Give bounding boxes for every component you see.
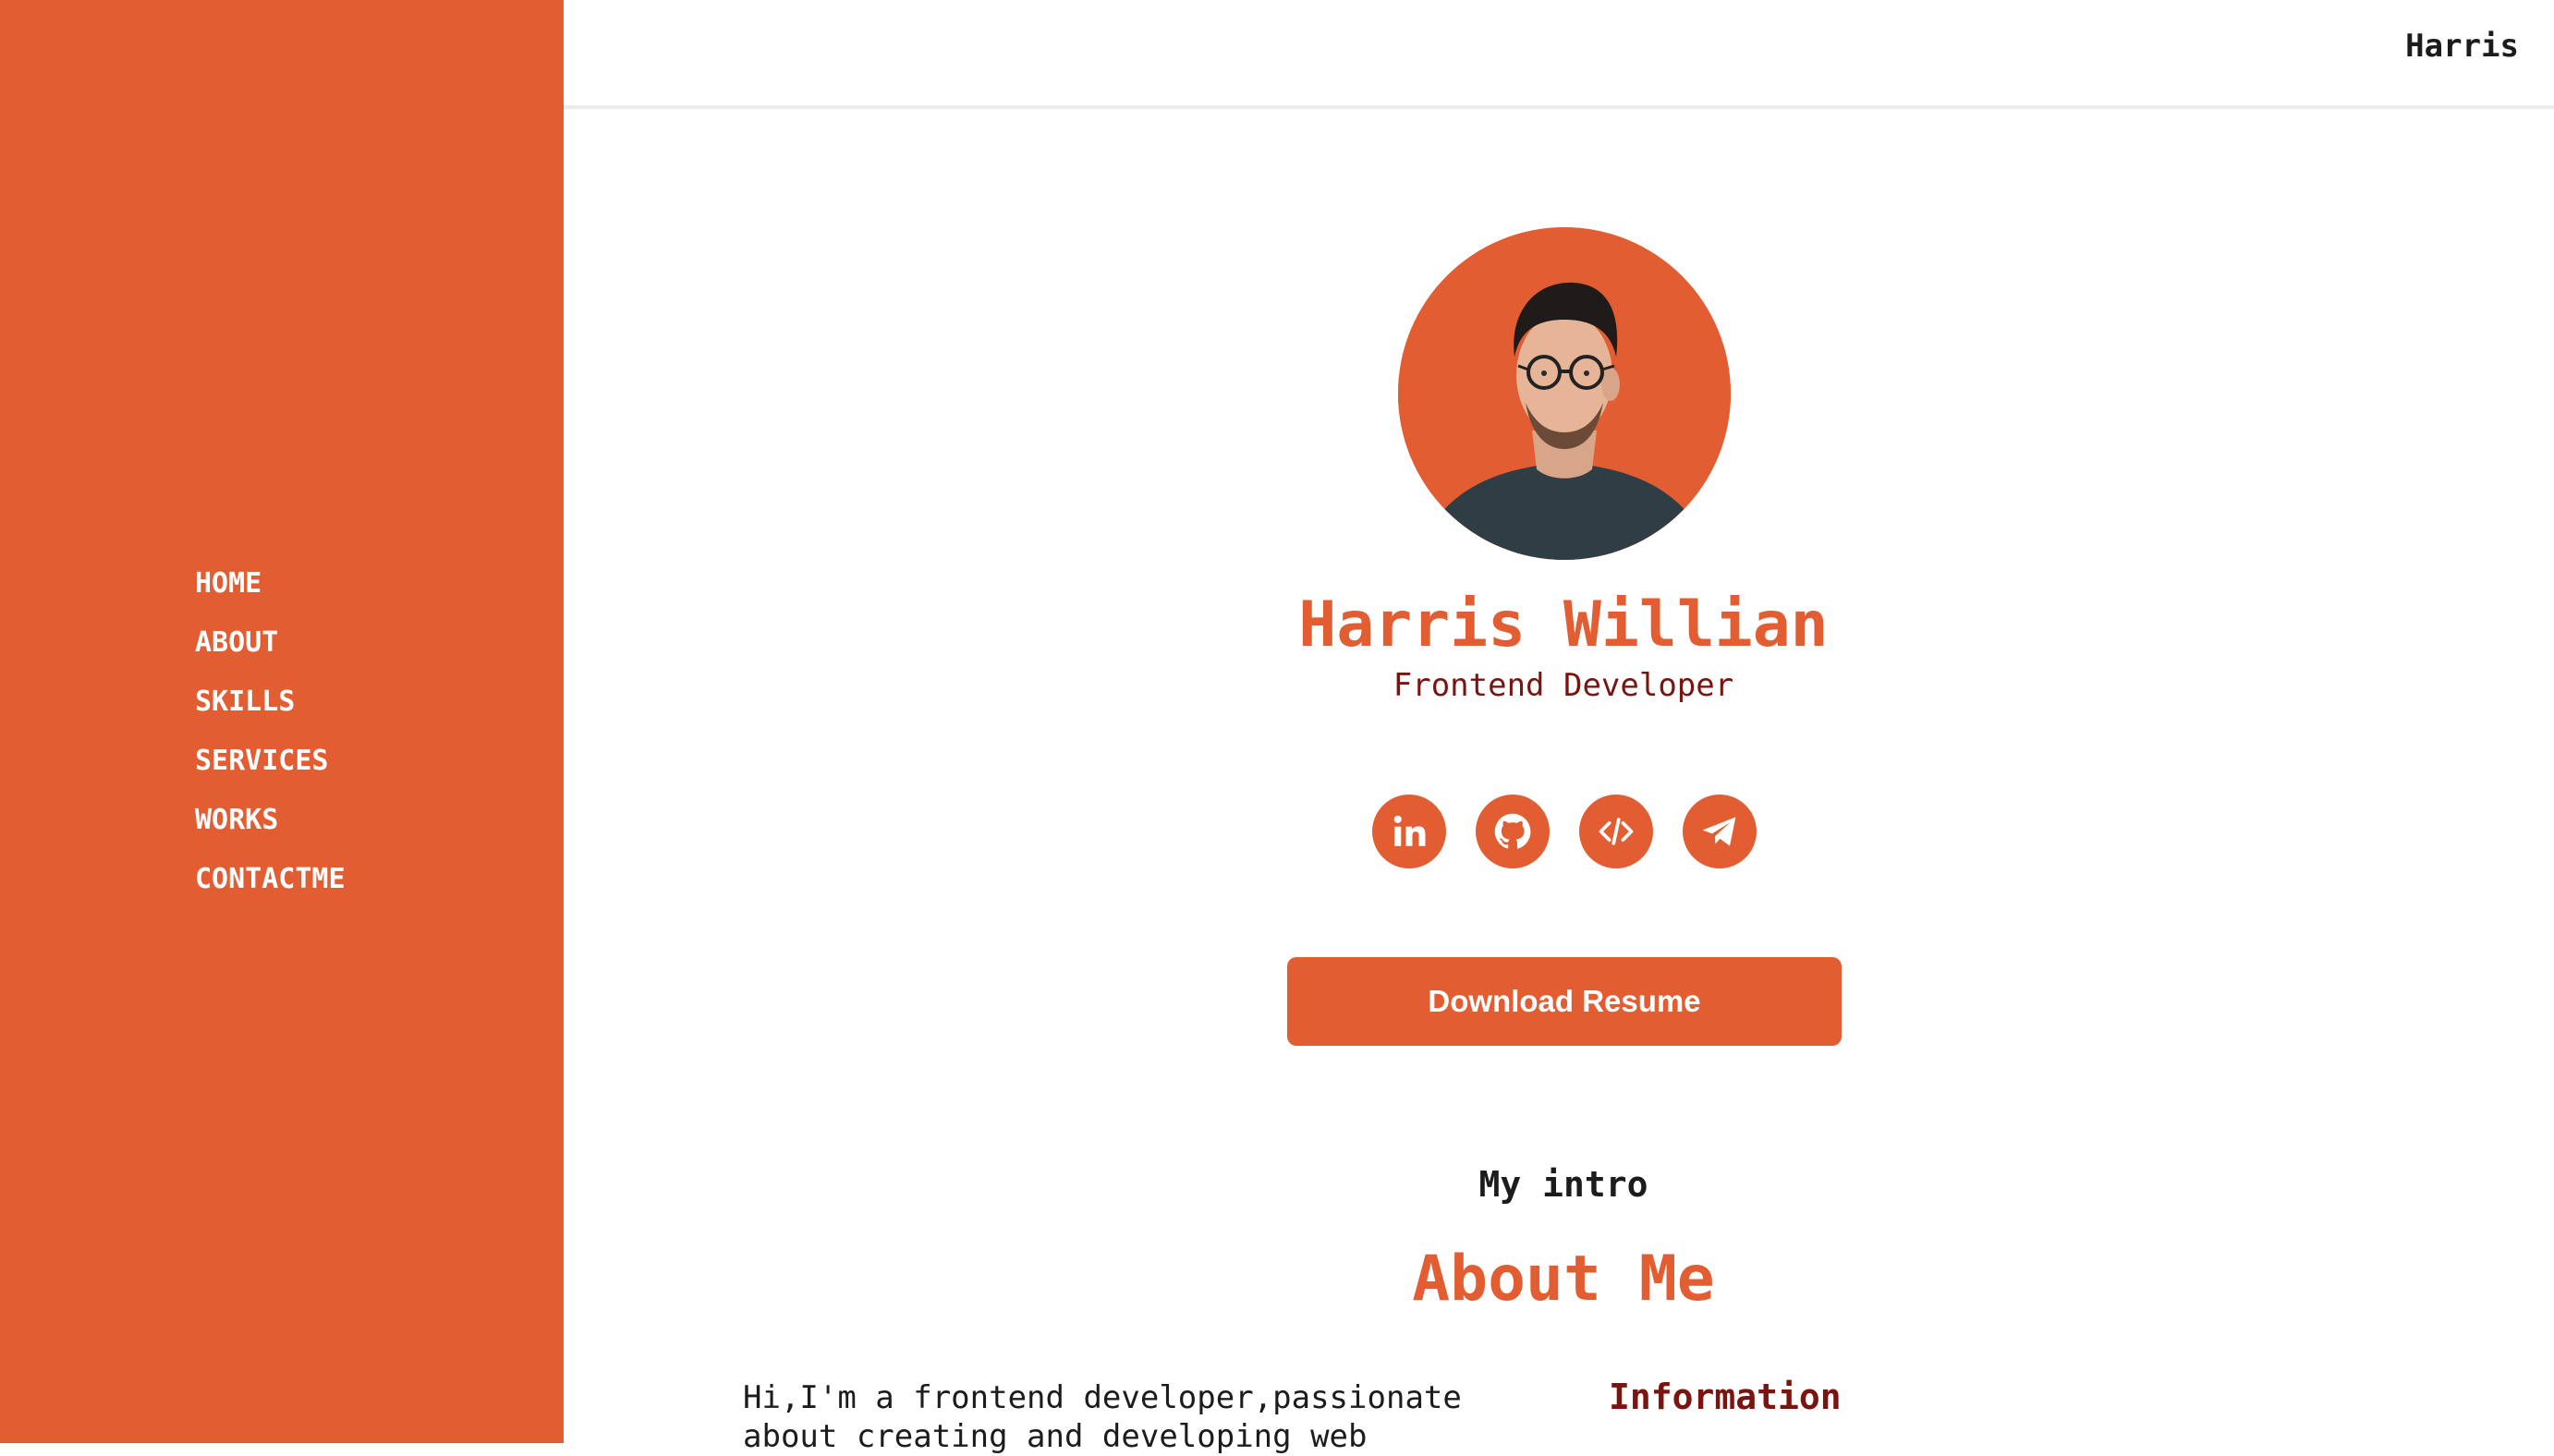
information-title: Information: [1609, 1377, 1842, 1417]
linkedin-link[interactable]: [1372, 795, 1446, 868]
profile-name: Harris Willian: [1298, 588, 1829, 661]
nav-item-contactme[interactable]: CONTACTME: [195, 854, 346, 913]
intro-subtitle: My intro: [1478, 1164, 1648, 1205]
social-links: [1372, 795, 1757, 868]
about-title: About Me: [1412, 1243, 1715, 1316]
code-link[interactable]: [1579, 795, 1653, 868]
linkedin-icon: [1393, 815, 1426, 846]
profile-role: Frontend Developer: [1393, 667, 1734, 704]
about-text: Hi,I'm a frontend developer,passionate a…: [743, 1379, 1462, 1455]
main-content: Harris Willian Frontend Developer Downlo…: [564, 113, 2554, 1455]
avatar: [1398, 227, 1731, 560]
nav-item-works[interactable]: WORKS: [195, 795, 346, 854]
nav-item-skills[interactable]: SKILLS: [195, 676, 346, 735]
brand-name[interactable]: Harris: [2405, 28, 2519, 65]
nav-item-home[interactable]: HOME: [195, 558, 346, 617]
github-icon: [1494, 813, 1531, 849]
download-resume-button[interactable]: Download Resume: [1287, 957, 1842, 1046]
nav-item-services[interactable]: SERVICES: [195, 735, 346, 795]
sidebar: HOME ABOUT SKILLS SERVICES WORKS CONTACT…: [0, 0, 564, 1443]
top-bar: Harris: [564, 0, 2554, 109]
telegram-icon: [1702, 817, 1736, 846]
code-icon: [1599, 818, 1634, 845]
telegram-link[interactable]: [1683, 795, 1757, 868]
avatar-portrait: [1398, 227, 1731, 560]
sidebar-nav: HOME ABOUT SKILLS SERVICES WORKS CONTACT…: [195, 558, 346, 913]
github-link[interactable]: [1476, 795, 1550, 868]
nav-item-about[interactable]: ABOUT: [195, 617, 346, 676]
